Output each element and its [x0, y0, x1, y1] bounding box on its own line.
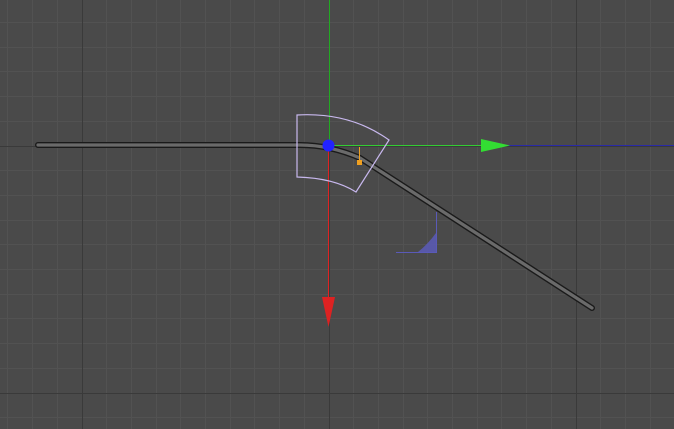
- scene-canvas[interactable]: [0, 0, 674, 429]
- object-pivot-icon[interactable]: [322, 139, 335, 152]
- 3d-viewport[interactable]: [0, 0, 674, 429]
- viewport-background: [0, 0, 674, 429]
- handle-point-icon[interactable]: [357, 160, 362, 165]
